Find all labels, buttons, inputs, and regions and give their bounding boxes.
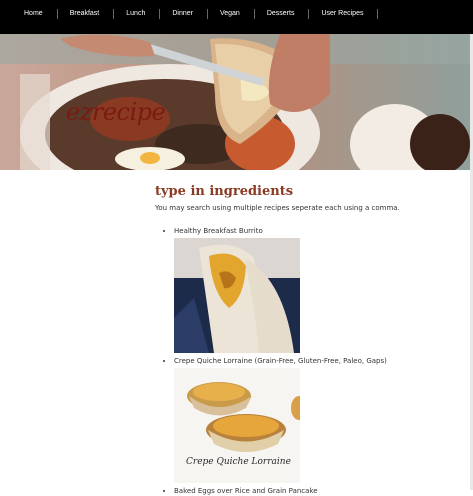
nav-item-lunch[interactable]: Lunch (114, 9, 161, 19)
result-title-link[interactable]: Healthy Breakfast Burrito (174, 227, 263, 235)
result-thumbnail[interactable] (174, 238, 300, 353)
nav-item-breakfast[interactable]: Breakfast (58, 9, 115, 19)
nav-item-vegan[interactable]: Vegan (208, 9, 255, 19)
site-logo[interactable]: ezrecipe (66, 98, 166, 126)
search-section: type in ingredients You may search using… (155, 184, 455, 213)
burrito-photo (174, 238, 300, 353)
result-item: Healthy Breakfast Burrito (174, 227, 434, 353)
search-hint: You may search using multiple recipes se… (155, 204, 400, 212)
result-item: Crepe Quiche Lorraine (Grain-Free, Glute… (174, 357, 434, 483)
nav-item-user-recipes[interactable]: User Recipes (309, 9, 379, 19)
result-item: Baked Eggs over Rice and Grain Pancake (174, 487, 434, 496)
thumbnail-caption: Crepe Quiche Lorraine (186, 457, 291, 467)
nav-menu: Home Breakfast Lunch Dinner Vegan Desser… (12, 9, 379, 19)
nav-item-home[interactable]: Home (12, 9, 58, 19)
search-heading: type in ingredients (155, 184, 294, 199)
nav-item-dinner[interactable]: Dinner (160, 9, 208, 19)
nav-item-desserts[interactable]: Desserts (255, 9, 310, 19)
results-list: Healthy Breakfast Burrito Crepe Quiche L… (162, 227, 434, 496)
result-title-link[interactable]: Crepe Quiche Lorraine (Grain-Free, Glute… (174, 357, 387, 365)
hero-banner: ezrecipe (0, 34, 473, 170)
result-title-link[interactable]: Baked Eggs over Rice and Grain Pancake (174, 487, 318, 495)
result-thumbnail[interactable]: Crepe Quiche Lorraine (174, 368, 300, 483)
top-navigation-bar: Home Breakfast Lunch Dinner Vegan Desser… (0, 0, 473, 34)
